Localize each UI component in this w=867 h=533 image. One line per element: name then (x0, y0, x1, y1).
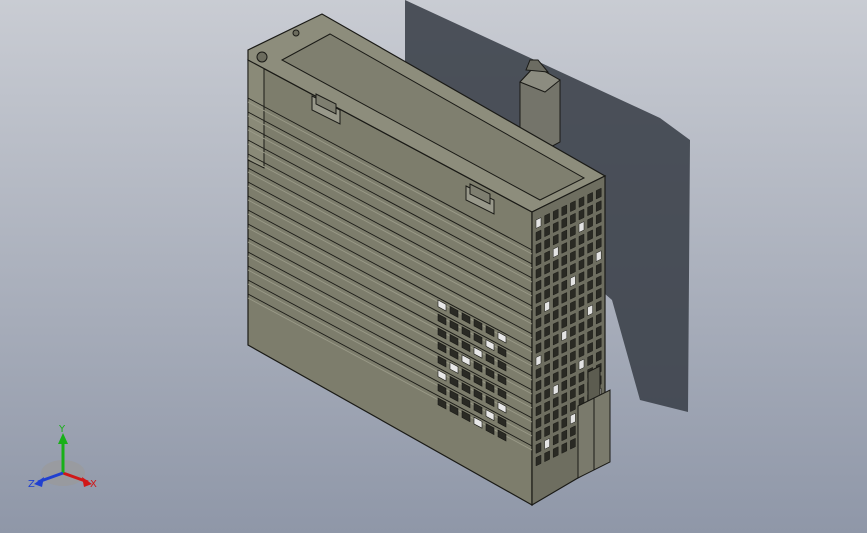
coordinate-triad[interactable]: X Y Z (28, 424, 97, 490)
lower-step-face (247, 59, 265, 169)
triad-z-label: Z (28, 479, 35, 490)
cad-viewport[interactable]: X Y Z (0, 0, 867, 533)
triad-z-arrow (34, 477, 44, 487)
triad-y-label: Y (58, 424, 66, 435)
model-scene[interactable]: X Y Z (0, 0, 867, 533)
mount-hole-2 (292, 29, 300, 37)
triad-x-label: X (90, 479, 97, 490)
mount-hole (256, 51, 268, 63)
